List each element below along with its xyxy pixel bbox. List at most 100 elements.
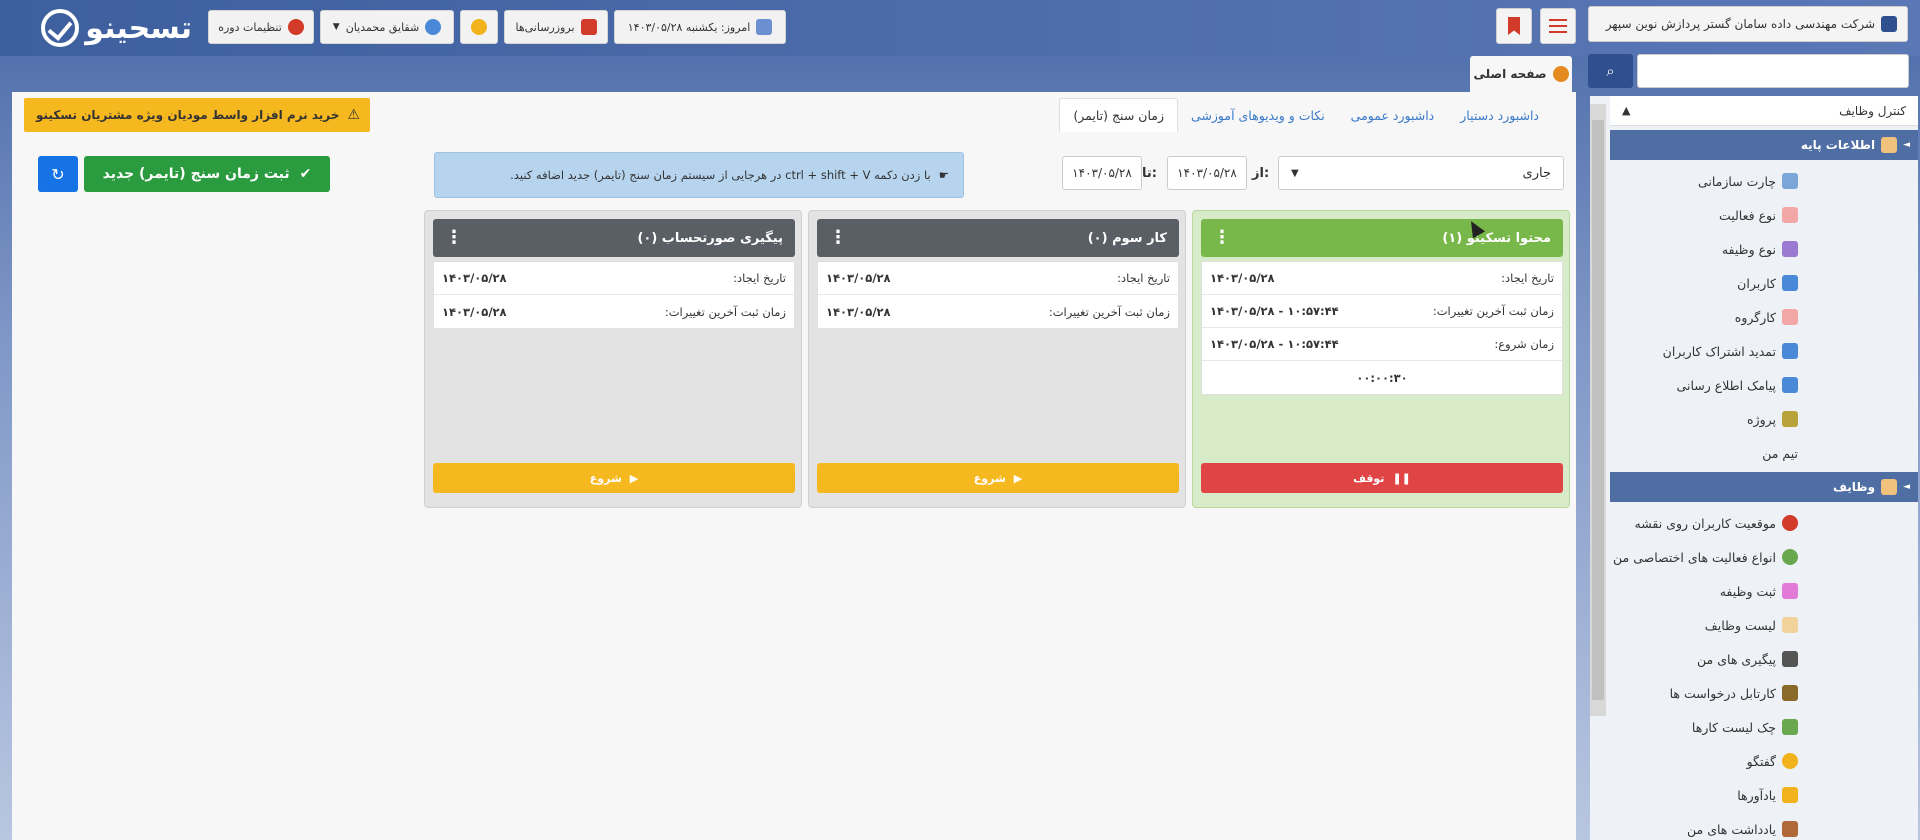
hand-pointer-icon: ☛	[938, 168, 949, 182]
home-page-tab-label: صفحه اصلی	[1473, 67, 1547, 81]
sidebar-item-label: موقعیت کاربران روی نقشه	[1634, 515, 1776, 531]
sidebar-item-label: انواع فعالیت های اختصاصی من	[1613, 549, 1776, 565]
sidebar-item-my-notes[interactable]: یادداشت های من	[1610, 812, 1918, 840]
sidebar-item-checklist[interactable]: چک لیست کارها	[1610, 710, 1918, 744]
sidebar-item-my-followups[interactable]: پیگیری های من	[1610, 642, 1918, 676]
caret-left-icon: ◄	[1903, 140, 1910, 150]
sidebar-item-my-activity-types[interactable]: انواع فعالیت های اختصاصی من	[1610, 540, 1918, 574]
sidebar-item-label: پیگیری های من	[1697, 651, 1776, 667]
timer-column: پیگیری صورتحساب (۰) ⋮ تاریخ ایجاد: ۱۴۰۳/…	[424, 210, 802, 508]
promo-text: خرید نرم افزار واسط مودیان ویژه مشتریان …	[36, 108, 340, 122]
sidebar-search-button[interactable]: ⌕	[1588, 54, 1633, 88]
status-select[interactable]: جاری ▼	[1278, 156, 1564, 190]
sidebar-item-org-chart[interactable]: چارت سازمانی	[1610, 164, 1918, 198]
sidebar-header[interactable]: کنترل وظایف ▲	[1610, 96, 1918, 126]
sidebar-item-reminders[interactable]: یادآورها	[1610, 778, 1918, 812]
chevron-up-icon: ▲	[1622, 104, 1631, 117]
refresh-button[interactable]: ↻	[38, 156, 78, 192]
updates-label: بروزرسانی‌ها	[515, 20, 575, 34]
user-menu-button[interactable]: شقایق محمدیان ▼	[320, 10, 454, 44]
from-date-input[interactable]: ۱۴۰۳/۰۵/۲۸	[1167, 156, 1247, 190]
course-settings-label: تنظیمات دوره	[218, 20, 282, 34]
row-label: تاریخ ایجاد:	[1501, 271, 1554, 285]
timer-column-header[interactable]: کار سوم (۰) ⋮	[817, 219, 1179, 257]
logo[interactable]: تسحینو	[12, 8, 192, 48]
to-date-input[interactable]: ۱۴۰۳/۰۵/۲۸	[1062, 156, 1142, 190]
timer-column-header[interactable]: پیگیری صورتحساب (۰) ⋮	[433, 219, 795, 257]
notifications-button[interactable]	[460, 10, 498, 44]
sidebar-item-users[interactable]: کاربران	[1610, 266, 1918, 300]
sidebar-item-label: نوع فعالیت	[1718, 207, 1776, 223]
checklist-icon	[1782, 719, 1798, 735]
timer-card: تاریخ ایجاد: ۱۴۰۳/۰۵/۲۸ زمان ثبت آخرین ت…	[817, 261, 1179, 329]
sidebar-item-workgroup[interactable]: کارگروه	[1610, 300, 1918, 334]
user-icon	[425, 19, 442, 35]
updates-button[interactable]: بروزرسانی‌ها	[504, 10, 608, 44]
stop-button[interactable]: ❚❚ توقف	[1201, 463, 1563, 493]
workgroup-icon	[1782, 309, 1798, 325]
tab-home-page[interactable]: صفحه اصلی	[1470, 56, 1572, 92]
sidebar-group-tasks[interactable]: ◄ وظایف	[1610, 472, 1918, 502]
kebab-menu-icon[interactable]: ⋮	[1213, 229, 1231, 247]
last-change-row: زمان ثبت آخرین تغییرات: ۱۴۰۳/۰۵/۲۸	[818, 295, 1178, 328]
created-date-row: تاریخ ایجاد: ۱۴۰۳/۰۵/۲۸	[434, 262, 794, 295]
timer-column-header[interactable]: محتوا تسکینو (۱) ⋮	[1201, 219, 1563, 257]
tab-assistant-dashboard[interactable]: داشبورد دستیار	[1447, 98, 1552, 132]
map-pin-icon	[1782, 515, 1798, 531]
sidebar-item-label: کارتابل درخواست ها	[1669, 685, 1776, 701]
tab-general-dashboard[interactable]: داشبورد عمومی	[1338, 98, 1448, 132]
sidebar-item-my-team[interactable]: تیم من	[1610, 436, 1918, 470]
kebab-menu-icon[interactable]: ⋮	[829, 229, 847, 247]
tab-timer[interactable]: زمان سنج (تایمر)	[1059, 98, 1178, 132]
sidebar-item-label: لیست وظایف	[1704, 617, 1776, 633]
sidebar-scrollbar[interactable]	[1590, 104, 1606, 716]
sidebar-item-users-map[interactable]: موقعیت کاربران روی نقشه	[1610, 506, 1918, 540]
course-settings-button[interactable]: تنظیمات دوره	[208, 10, 314, 44]
timer-card: تاریخ ایجاد: ۱۴۰۳/۰۵/۲۸ زمان ثبت آخرین ت…	[1201, 261, 1563, 395]
timer-card: تاریخ ایجاد: ۱۴۰۳/۰۵/۲۸ زمان ثبت آخرین ت…	[433, 261, 795, 329]
start-button[interactable]: ▶ شروع	[817, 463, 1179, 493]
sidebar-item-request-inbox[interactable]: کارتابل درخواست ها	[1610, 676, 1918, 710]
sidebar-item-label: چارت سازمانی	[1697, 173, 1776, 189]
start-button-label: شروع	[973, 471, 1006, 485]
renew-icon	[1782, 343, 1798, 359]
timer-column-title: محتوا تسکینو (۱)	[1442, 230, 1551, 246]
activity-types-icon	[1782, 549, 1798, 565]
kebab-menu-icon[interactable]: ⋮	[445, 229, 463, 247]
sidebar-item-project[interactable]: پروژه	[1610, 402, 1918, 436]
pause-icon: ❚❚	[1392, 471, 1411, 485]
timer-column: کار سوم (۰) ⋮ تاریخ ایجاد: ۱۴۰۳/۰۵/۲۸ زم…	[808, 210, 1186, 508]
start-button[interactable]: ▶ شروع	[433, 463, 795, 493]
company-selector[interactable]: شرکت مهندسی داده سامان گستر پردازش نوین …	[1588, 6, 1908, 42]
sidebar-item-activity-type[interactable]: نوع فعالیت	[1610, 198, 1918, 232]
sidebar-header-label: کنترل وظایف	[1839, 103, 1906, 118]
add-timer-button[interactable]: ✔ ثبت زمان سنج (تایمر) جدید	[84, 156, 330, 192]
sidebar-item-label: کارگروه	[1734, 309, 1776, 325]
warning-icon: ⚠	[347, 107, 360, 123]
sidebar-item-chat[interactable]: گفتگو	[1610, 744, 1918, 778]
sidebar-item-sms[interactable]: پیامک اطلاع رسانی	[1610, 368, 1918, 402]
bookmark-button[interactable]	[1496, 8, 1532, 44]
users-icon	[1782, 275, 1798, 291]
promo-banner[interactable]: ⚠ خرید نرم افزار واسط مودیان ویژه مشتریا…	[24, 98, 370, 132]
sidebar-item-task-list[interactable]: لیست وظایف	[1610, 608, 1918, 642]
building-icon	[1881, 16, 1897, 32]
sidebar-item-register-task[interactable]: ثبت وظیفه	[1610, 574, 1918, 608]
top-bar: تسحینو تنظیمات دوره شقایق محمدیان ▼ بروز…	[0, 0, 1920, 56]
scrollbar-thumb[interactable]	[1592, 120, 1604, 700]
sidebar-group-basic-info[interactable]: ◄ اطلاعات پایه	[1610, 130, 1918, 160]
info-alert-text: با زدن دکمه ctrl + shift + V در هرجایی ا…	[510, 168, 931, 182]
logo-text: تسحینو	[85, 10, 192, 46]
activity-icon	[1782, 207, 1798, 223]
sidebar-search-input[interactable]	[1637, 54, 1909, 88]
folder-icon	[1881, 479, 1898, 495]
sidebar-item-label: پروژه	[1747, 411, 1776, 427]
sidebar-item-renew-subscription[interactable]: تمدید اشتراک کاربران	[1610, 334, 1918, 368]
timer-column-title: کار سوم (۰)	[1087, 230, 1167, 246]
sidebar-item-label: تمدید اشتراک کاربران	[1662, 343, 1776, 359]
menu-toggle-button[interactable]	[1540, 8, 1576, 44]
inbox-icon	[1782, 685, 1798, 701]
sidebar-item-label: گفتگو	[1746, 753, 1776, 769]
tab-tutorials[interactable]: نکات و ویدیوهای آموزشی	[1178, 98, 1338, 132]
sidebar-item-task-type[interactable]: نوع وظیفه	[1610, 232, 1918, 266]
